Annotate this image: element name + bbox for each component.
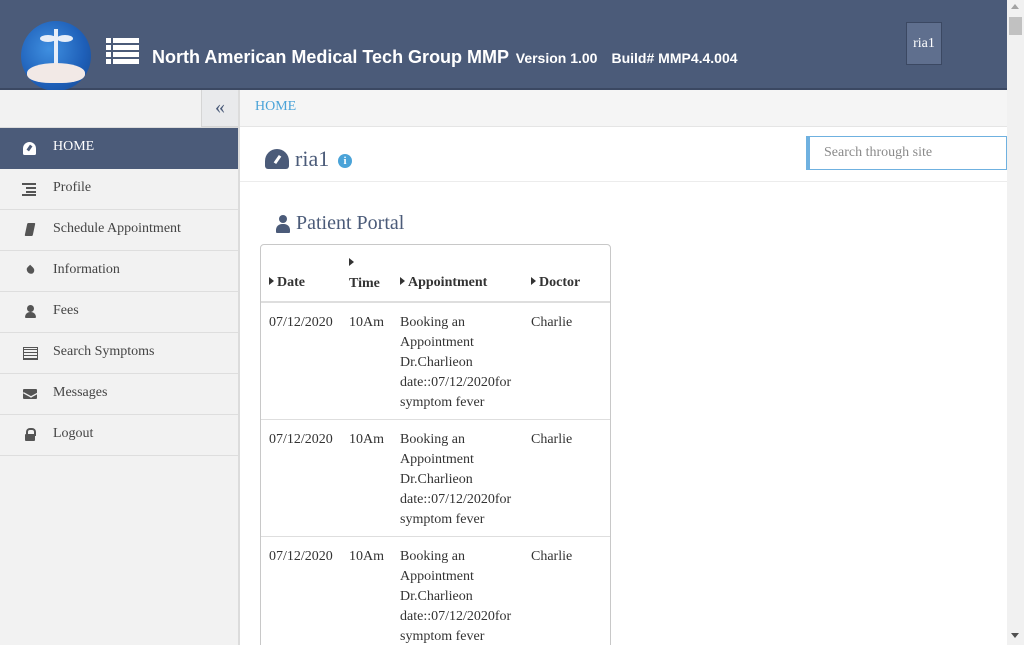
sidebar-item-label: Profile [53,180,92,195]
sidebar-item-search-symptoms[interactable]: Search Symptoms [0,333,238,374]
sidebar-collapse-button[interactable]: « [201,90,238,127]
sidebar-item-label: Messages [53,385,108,400]
list-icon [22,182,38,196]
user-menu-button[interactable]: ria1 [906,22,942,65]
column-header-doctor[interactable]: Doctor [531,275,580,291]
scroll-thumb[interactable] [1009,17,1022,35]
column-header-date[interactable]: Date [269,275,305,291]
sidebar-item-schedule-appointment[interactable]: Schedule Appointment [0,210,238,251]
user-icon [275,215,291,233]
sidebar-item-label: Logout [53,426,94,441]
appointments-table: Date Time Appointment Doctor 07/12/2020 … [260,244,611,645]
info-icon[interactable]: i [338,154,352,168]
sort-caret-icon [269,277,274,285]
dashboard-icon [22,141,38,155]
section-title: Patient Portal [275,212,404,235]
medical-logo-icon[interactable] [21,21,91,91]
table-row[interactable]: 07/12/2020 10Am Booking an Appointment D… [261,420,610,537]
table-icon [22,346,38,360]
scroll-up-arrow-icon[interactable] [1011,4,1019,9]
sort-caret-icon [349,258,354,266]
app-title: North American Medical Tech Group MMP Ve… [152,47,738,68]
sidebar-item-logout[interactable]: Logout [0,415,238,456]
user-icon [22,305,38,319]
breadcrumb: HOME [240,90,1007,127]
menu-list-icon[interactable] [106,38,139,65]
page-title: ria1 [295,146,330,171]
cell-date: 07/12/2020 [269,549,333,564]
cell-appointment: Booking an Appointment Dr.Charlieon date… [400,549,512,644]
sort-caret-icon [400,277,405,285]
table-header: Date Time Appointment Doctor [261,245,610,303]
cell-doctor: Charlie [531,549,573,564]
lock-icon [22,428,38,442]
dashboard-icon [265,149,289,169]
column-header-appointment[interactable]: Appointment [400,275,487,291]
page-header: ria1 i [240,127,1007,182]
table-row[interactable]: 07/12/2020 10Am Booking an Appointment D… [261,537,610,645]
drop-icon [22,264,38,278]
search-input[interactable] [806,136,1007,170]
breadcrumb-home-link[interactable]: HOME [255,99,296,115]
sidebar-item-label: HOME [53,139,95,154]
sidebar-item-label: Fees [53,303,79,318]
sidebar-item-label: Information [53,262,120,277]
sidebar-item-label: Search Symptoms [53,344,155,359]
sidebar-item-messages[interactable]: Messages [0,374,238,415]
section-title-text: Patient Portal [296,212,405,234]
sidebar-item-profile[interactable]: Profile [0,169,238,210]
cell-time: 10Am [349,549,384,564]
column-header-time[interactable]: Time [349,256,380,296]
cell-time: 10Am [349,432,384,447]
cell-date: 07/12/2020 [269,315,333,330]
app-build: Build# MMP4.4.004 [611,50,738,66]
page-scrollbar[interactable] [1007,0,1024,645]
table-row[interactable]: 07/12/2020 10Am Booking an Appointment D… [261,303,610,420]
cell-doctor: Charlie [531,432,573,447]
app-title-text: North American Medical Tech Group MMP [152,47,509,67]
sidebar-item-information[interactable]: Information [0,251,238,292]
cell-appointment: Booking an Appointment Dr.Charlieon date… [400,432,512,527]
sidebar-item-fees[interactable]: Fees [0,292,238,333]
cell-time: 10Am [349,315,384,330]
sidebar-item-home[interactable]: HOME [0,128,238,169]
sidebar-nav: HOME Profile Schedule Appointment Inform… [0,128,238,456]
cell-doctor: Charlie [531,315,573,330]
sidebar: « HOME Profile Schedule Appointment Info… [0,90,240,645]
app-header: North American Medical Tech Group MMP Ve… [0,0,1007,91]
envelope-icon [22,387,38,401]
scroll-down-arrow-icon[interactable] [1011,633,1019,638]
sidebar-item-label: Schedule Appointment [53,221,181,236]
sort-caret-icon [531,277,536,285]
cell-date: 07/12/2020 [269,432,333,447]
app-version: Version 1.00 [515,50,598,66]
book-icon [22,223,38,237]
cell-appointment: Booking an Appointment Dr.Charlieon date… [400,315,512,410]
